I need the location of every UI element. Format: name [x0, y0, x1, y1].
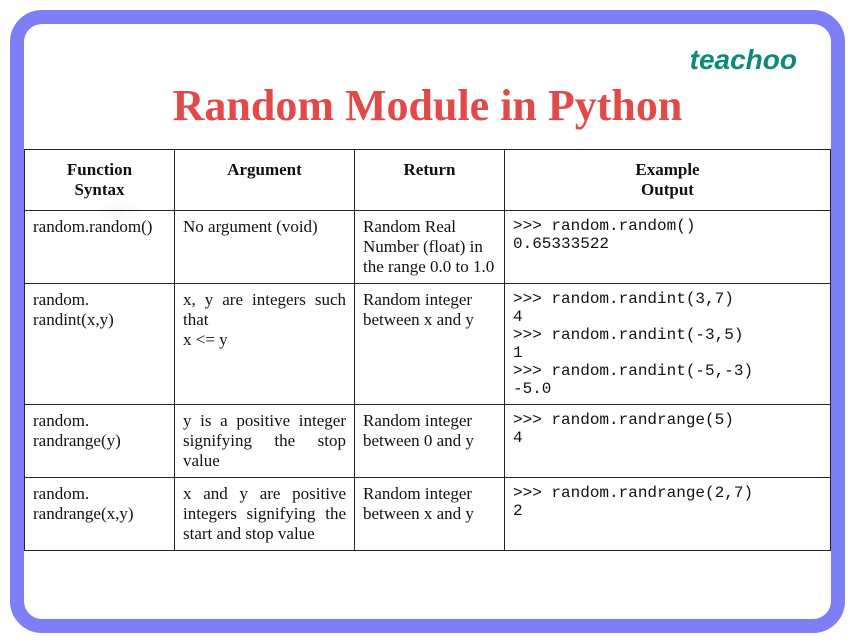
header-argument: Argument: [175, 150, 355, 211]
cell-syntax: random. randrange(x,y): [25, 478, 175, 551]
cell-return: Random integer between x and y: [355, 284, 505, 405]
brand-logo: teachoo: [690, 44, 797, 76]
cell-return: Random integer between x and y: [355, 478, 505, 551]
cell-example: >>> random.randint(3,7) 4 >>> random.ran…: [505, 284, 831, 405]
cell-example: >>> random.random() 0.65333522: [505, 211, 831, 284]
table-header-row: Function Syntax Argument Return Example …: [25, 150, 831, 211]
header-return: Return: [355, 150, 505, 211]
cell-return: Random integer between 0 and y: [355, 405, 505, 478]
header-example: Example Output: [505, 150, 831, 211]
cell-argument: No argument (void): [175, 211, 355, 284]
cell-example: >>> random.randrange(2,7) 2: [505, 478, 831, 551]
functions-table: Function Syntax Argument Return Example …: [24, 149, 831, 551]
cell-argument: x, y are integers such that x <= y: [175, 284, 355, 405]
cell-syntax: random. randint(x,y): [25, 284, 175, 405]
cell-example: >>> random.randrange(5) 4: [505, 405, 831, 478]
cell-return: Random Real Number (float) in the range …: [355, 211, 505, 284]
table-row: random.random() No argument (void) Rando…: [25, 211, 831, 284]
cell-argument: y is a positive integer signifying the s…: [175, 405, 355, 478]
table-row: random. randrange(x,y) x and y are posit…: [25, 478, 831, 551]
table-row: random. randint(x,y) x, y are integers s…: [25, 284, 831, 405]
cell-syntax: random. randrange(y): [25, 405, 175, 478]
cell-syntax: random.random(): [25, 211, 175, 284]
document-frame: teachoo Random Module in Python Function…: [10, 10, 845, 633]
page-title: Random Module in Python: [24, 80, 831, 131]
cell-argument: x and y are positive integers signifying…: [175, 478, 355, 551]
header-syntax: Function Syntax: [25, 150, 175, 211]
table-row: random. randrange(y) y is a positive int…: [25, 405, 831, 478]
